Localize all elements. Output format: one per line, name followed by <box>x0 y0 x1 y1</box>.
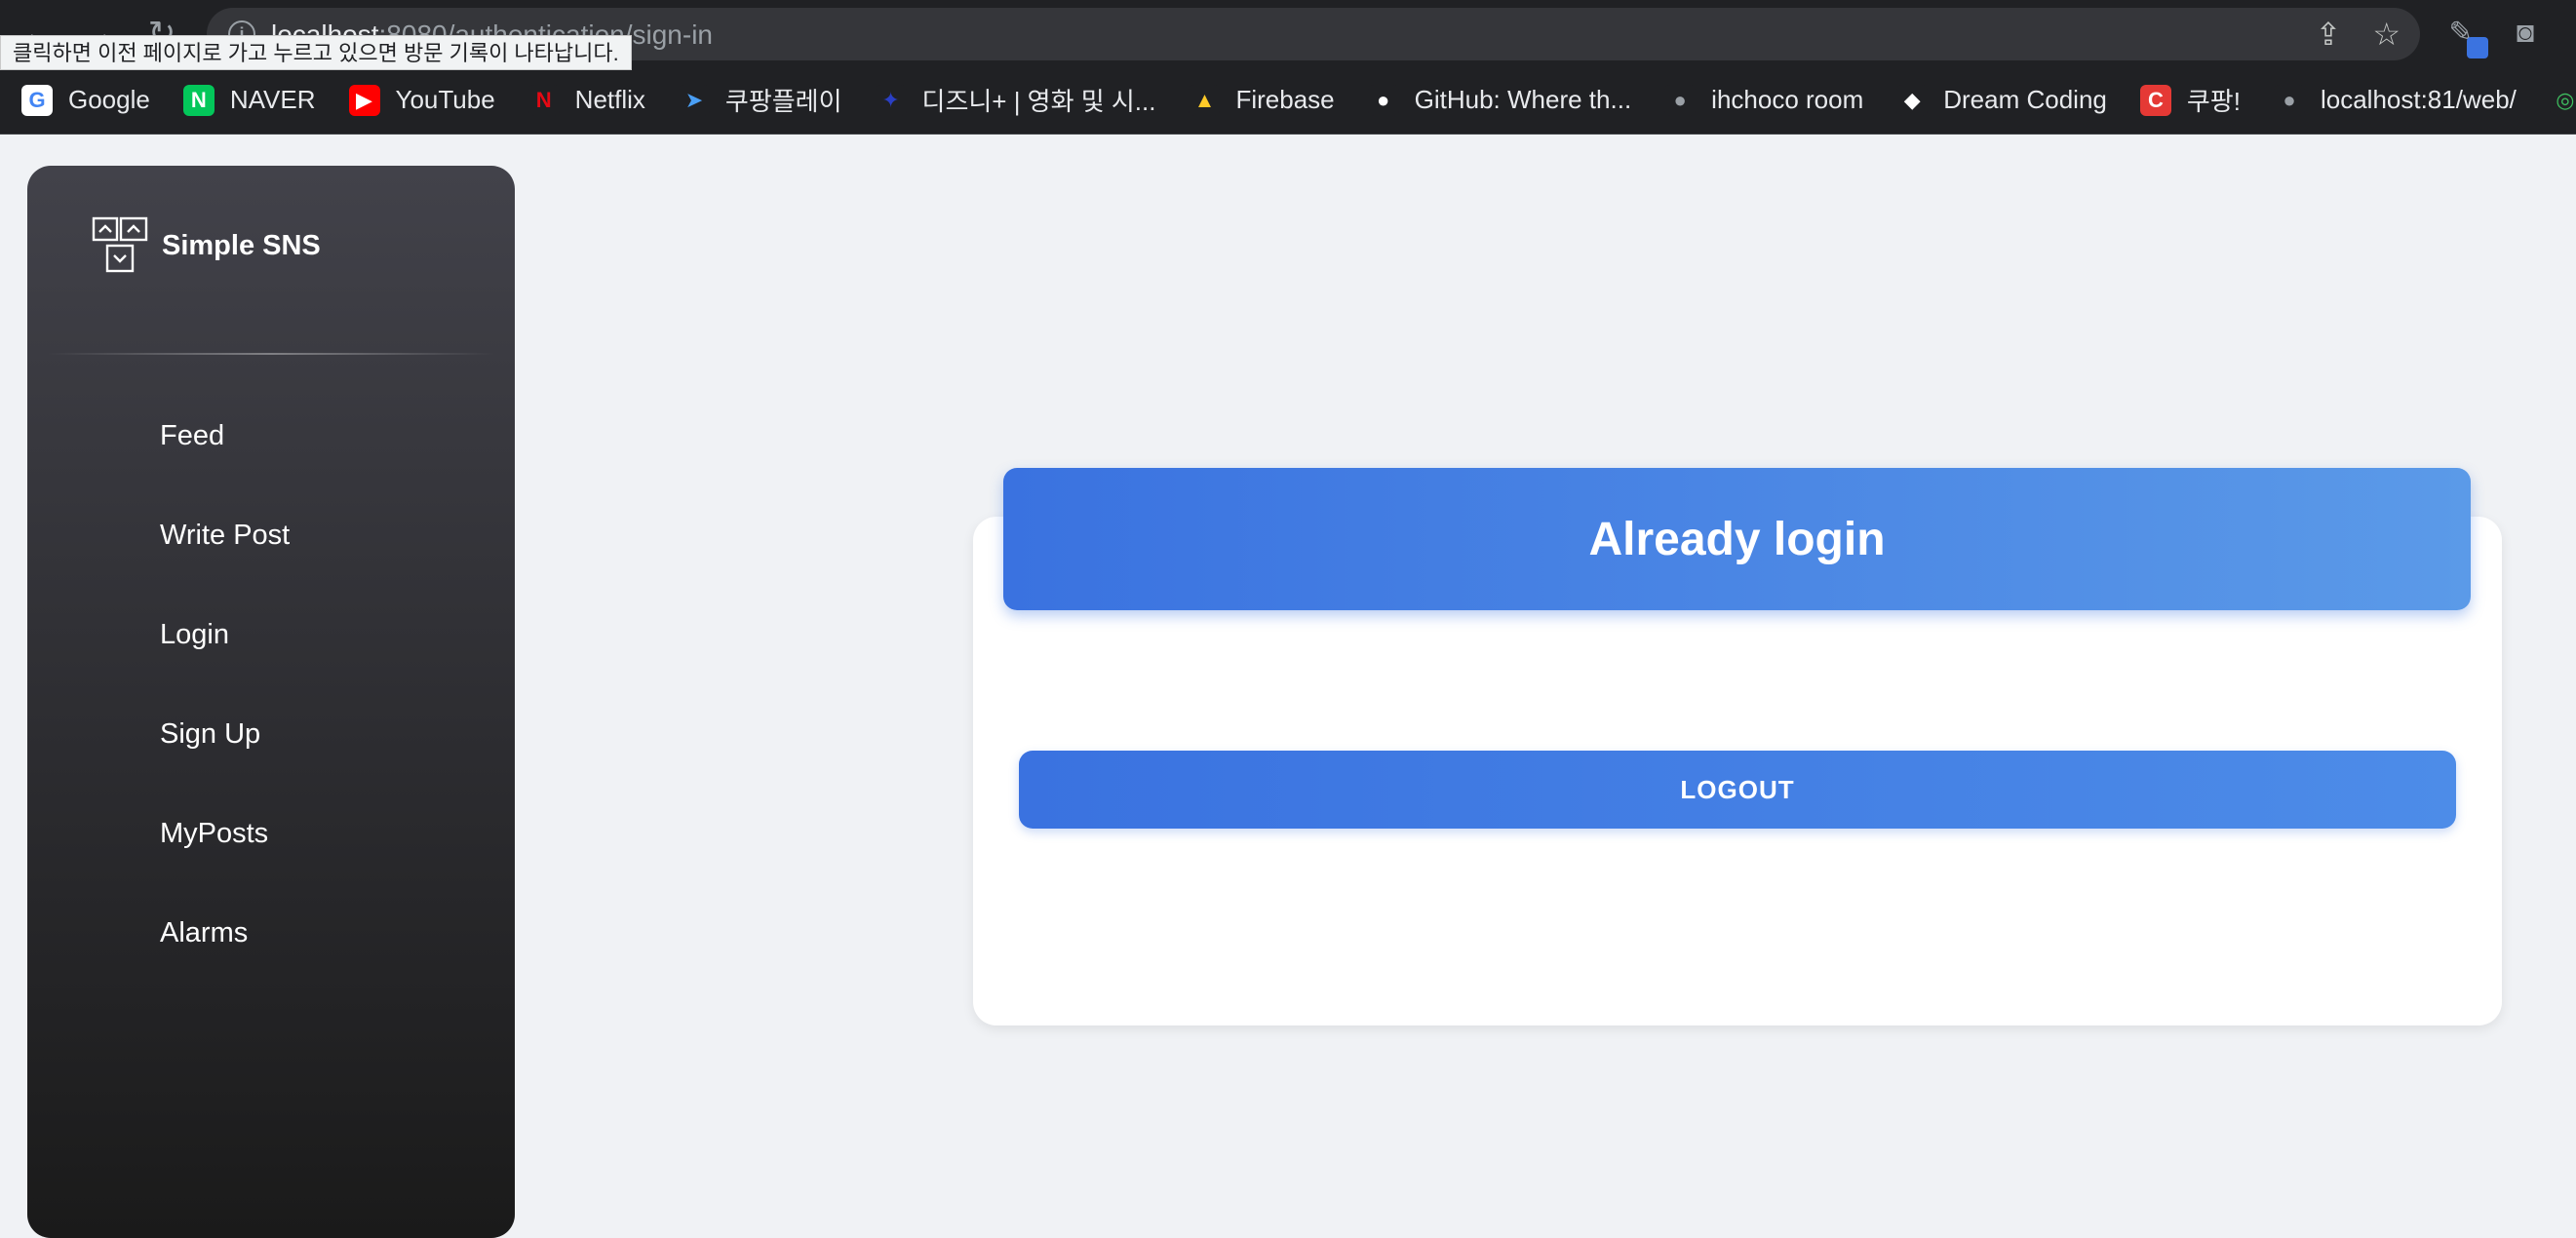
inflearn-icon: ◎ <box>2549 84 2576 116</box>
sidebar-item-label: Login <box>160 618 229 650</box>
logout-button[interactable]: LOGOUT <box>1019 751 2456 829</box>
coupang-play-icon: ➤ <box>678 84 710 116</box>
bookmarks-bar: G Google N NAVER ▶ YouTube N Netflix ➤ 쿠팡플레이 ✦ 디즈니+… <box>0 66 2576 135</box>
extension-badge <box>2467 37 2488 58</box>
bookmark-item[interactable]: N NAVER <box>182 84 316 116</box>
globe-icon: ● <box>2273 84 2305 116</box>
globe-icon: ● <box>1664 84 1697 116</box>
dream-coding-icon: ◆ <box>1896 84 1929 116</box>
bookmark-item[interactable]: ✦ 디즈니+ | 영화 및 시... <box>875 82 1156 118</box>
bookmark-item[interactable]: ◆ Dream Coding <box>1896 84 2107 116</box>
card-title: Already login <box>1588 513 1886 565</box>
bookmark-star-icon[interactable]: ☆ <box>2372 18 2400 51</box>
bookmark-item[interactable]: ➤ 쿠팡플레이 <box>678 82 842 118</box>
sidebar-item-myposts[interactable]: MyPosts <box>27 784 515 883</box>
sidebar-divider <box>47 353 495 355</box>
coupang-icon: C <box>2139 84 2171 116</box>
bookmark-item[interactable]: C 쿠팡! <box>2139 82 2241 118</box>
youtube-icon: ▶ <box>348 84 380 116</box>
bookmark-label: Google <box>68 85 150 114</box>
naver-icon: N <box>182 84 215 116</box>
bookmark-item[interactable]: ● ihchoco room <box>1664 84 1864 116</box>
google-icon: G <box>21 84 53 116</box>
brand-name: Simple SNS <box>162 229 321 261</box>
bookmark-item[interactable]: N Netflix <box>527 84 645 116</box>
brand[interactable]: Simple SNS <box>92 216 321 275</box>
bookmark-item[interactable]: G Google <box>21 84 150 116</box>
bookmark-label: Firebase <box>1235 85 1335 114</box>
github-icon: ● <box>1367 84 1399 116</box>
bookmark-item[interactable]: ◎인프런 <box>2549 82 2576 118</box>
sidebar-item-sign-up[interactable]: Sign Up <box>27 684 515 784</box>
bookmark-item[interactable]: ● localhost:81/web/ <box>2273 84 2517 116</box>
bookmark-label: GitHub: Where th... <box>1414 85 1632 114</box>
sidebar-item-login[interactable]: Login <box>27 585 515 684</box>
sidebar-item-label: Write Post <box>160 519 291 551</box>
sidebar-item-label: MyPosts <box>160 817 269 849</box>
bookmark-label: ihchoco room <box>1711 85 1864 114</box>
bookmark-label: 디즈니+ | 영화 및 시... <box>921 87 1156 116</box>
back-button-tooltip: 클릭하면 이전 페이지로 가고 누르고 있으면 방문 기록이 나타납니다. <box>0 35 632 70</box>
sidebar-item-label: Sign Up <box>160 717 261 750</box>
sidebar-item-label: Feed <box>160 419 225 451</box>
sidebar-item-label: Alarms <box>160 916 249 948</box>
bookmark-label: NAVER <box>229 85 316 114</box>
sidebar-nav: Feed Write Post Login Sign Up MyPosts Al… <box>27 386 515 983</box>
bookmark-item[interactable]: ▶ YouTube <box>348 84 495 116</box>
sidebar-item-feed[interactable]: Feed <box>27 386 515 485</box>
brand-logo-icon <box>92 216 148 273</box>
firebase-icon: ▲ <box>1189 84 1221 116</box>
disney-plus-icon: ✦ <box>875 84 907 116</box>
bookmark-item[interactable]: ● GitHub: Where th... <box>1367 84 1632 116</box>
sidebar-item-alarms[interactable]: Alarms <box>27 883 515 983</box>
sidebar-item-write-post[interactable]: Write Post <box>27 485 515 585</box>
auth-card-header: Already login <box>1003 468 2471 610</box>
bookmark-label: localhost:81/web/ <box>2320 85 2517 114</box>
share-icon[interactable]: ⇪ <box>2316 18 2342 51</box>
netflix-icon: N <box>527 84 560 116</box>
bookmark-item[interactable]: ▲ Firebase <box>1189 84 1335 116</box>
bookmark-label: YouTube <box>395 85 495 114</box>
bookmark-label: Dream Coding <box>1943 85 2107 114</box>
bookmark-label: 쿠팡플레이 <box>724 87 842 116</box>
bookmark-label: 쿠팡! <box>2186 87 2241 116</box>
camera-extension-icon[interactable]: ◙ <box>2508 16 2543 51</box>
bookmark-label: Netflix <box>574 85 645 114</box>
sidebar: Simple SNS Feed Write Post Login Sign Up… <box>27 166 515 1238</box>
